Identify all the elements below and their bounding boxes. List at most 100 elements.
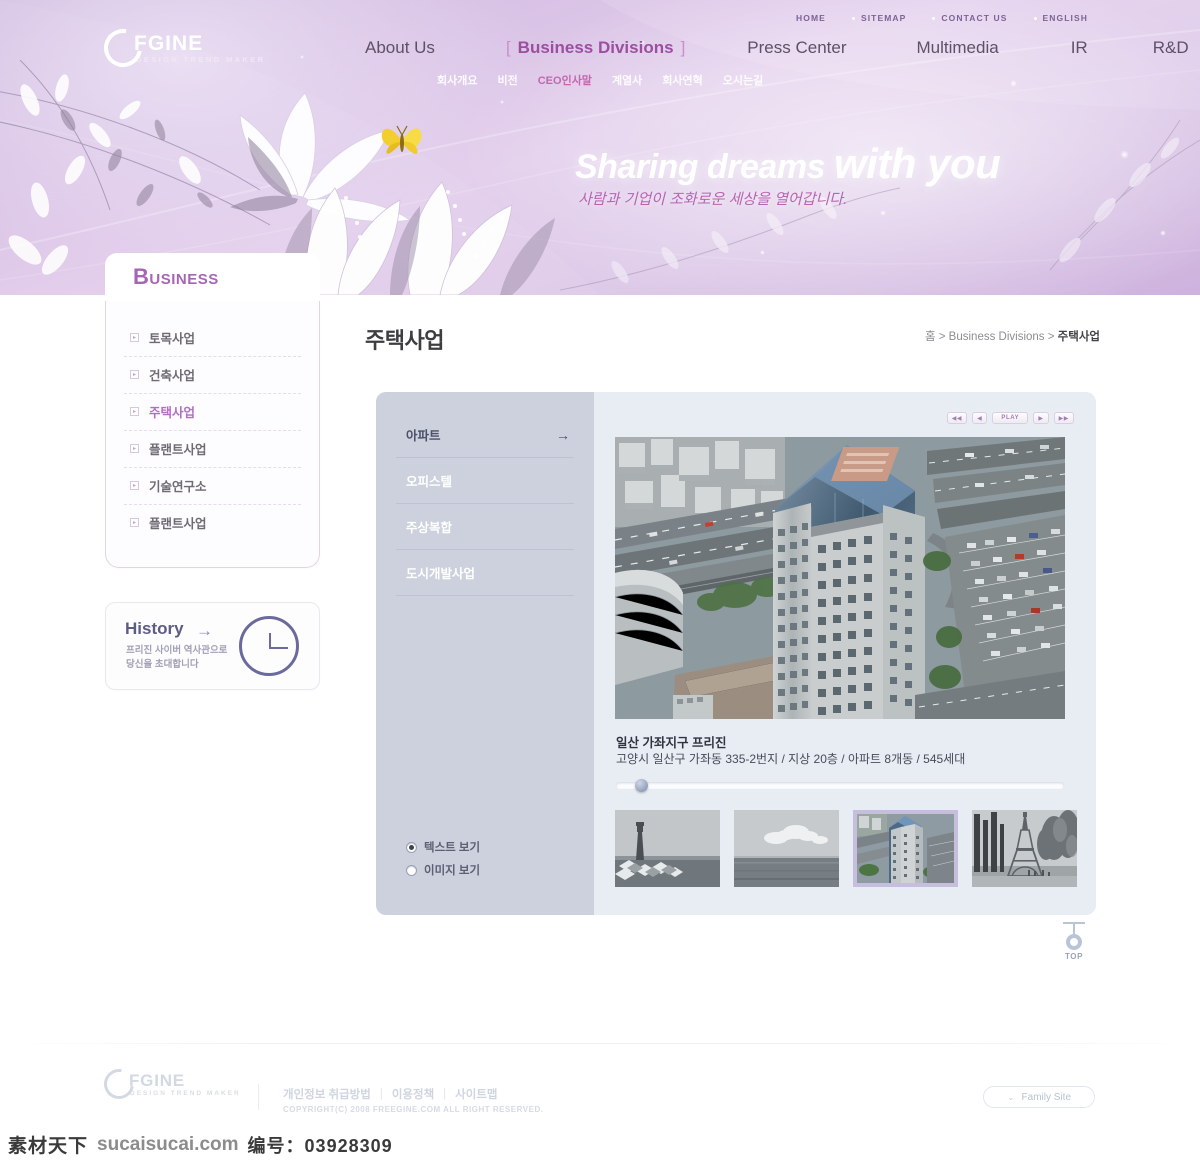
tower-building-thumb (857, 814, 954, 883)
main-photo[interactable] (615, 437, 1065, 719)
watermark-url: sucaisucai.com (97, 1133, 239, 1155)
nav-item-rd[interactable]: R&D (1153, 38, 1189, 58)
footer-link-sitemap[interactable]: 사이트맵 (455, 1086, 497, 1102)
thumbnail-seascape[interactable] (734, 810, 839, 887)
footer-link-sep-2: | (443, 1088, 447, 1100)
radio-button-icon[interactable] (406, 841, 417, 853)
nav-item-press-center[interactable]: Press Center (747, 38, 846, 58)
top-nav-item-home[interactable]: HOME (796, 13, 826, 23)
view-mode-radio-group: 텍스트 보기 이미지 보기 (406, 839, 480, 885)
footer-link-sep-1: | (379, 1088, 383, 1100)
logo-tagline: DESIGN TREND MAKER (136, 55, 266, 64)
sparkle-icon (880, 210, 886, 216)
tab-label: 도시개발사업 (406, 567, 476, 581)
sub-nav-item-directions[interactable]: 오시는길 (723, 72, 763, 88)
radio-label: 텍스트 보기 (424, 842, 481, 854)
sidebar: ▸ 토목사업 ▸ 건축사업 ▸ 주택사업 ▸ 플랜트사업 ▸ 기술연구소 ▸ 플… (105, 298, 320, 690)
butterfly-icon (381, 125, 422, 154)
sub-nav-item-vision[interactable]: 비전 (497, 72, 517, 88)
sub-nav-item-history[interactable]: 회사연혁 (662, 72, 702, 88)
family-site-label: Family Site (1021, 1091, 1071, 1103)
site-logo[interactable]: FGINE DESIGN TREND MAKER (96, 21, 266, 75)
sub-nav-item-ceo-message[interactable]: CEO인사말 (538, 72, 592, 88)
nav-item-about-us[interactable]: About Us (365, 38, 435, 58)
tab-mixed-use[interactable]: 주상복합 (396, 504, 574, 550)
sidebar-item-plant-2[interactable]: ▸ 플랜트사업 (124, 505, 301, 541)
sub-nav-item-affiliates[interactable]: 계열사 (612, 72, 642, 88)
play-button[interactable]: PLAY (992, 412, 1029, 424)
nav-item-ir[interactable]: IR (1071, 38, 1088, 58)
nav-item-business-divisions[interactable]: [Business Divisions] (499, 38, 692, 58)
sidebar-item-civil[interactable]: ▸ 토목사업 (124, 320, 301, 357)
logo-c-mark-icon (96, 21, 150, 75)
rewind-button[interactable]: ◀◀ (946, 412, 968, 424)
panel-tabs-column: 아파트 → 오피스텔 주상복합 도시개발사업 텍스트 보기 이미지 보기 (376, 392, 594, 915)
tab-urban-development[interactable]: 도시개발사업 (396, 550, 574, 596)
watermark-number: 编号：03928309 (247, 1135, 393, 1156)
page-title: 주택사업 (365, 328, 444, 353)
top-nav-item-sitemap[interactable]: SITEMAP (851, 13, 906, 23)
tab-apartment[interactable]: 아파트 → (396, 412, 574, 458)
history-banner[interactable]: History → 프리진 사이버 역사관으로 당신을 초대합니다 (105, 602, 320, 690)
tab-label: 아파트 (406, 429, 441, 443)
nav-item-multimedia[interactable]: Multimedia (917, 38, 999, 58)
breadcrumb-level-1[interactable]: Business Divisions (949, 331, 1045, 343)
clock-minute-hand (269, 647, 288, 649)
family-site-dropdown[interactable]: ⌄ Family Site (983, 1086, 1095, 1108)
nav-item-business-divisions-label: Business Divisions (517, 38, 674, 57)
watermark-chinese-name: 素材天下 (8, 1136, 89, 1157)
seascape-thumb (734, 810, 839, 887)
tab-officetel[interactable]: 오피스텔 (396, 458, 574, 504)
radio-text-view[interactable]: 텍스트 보기 (406, 839, 480, 855)
footer-logo-tagline: DESIGN TREND MAKER (130, 1090, 241, 1097)
thumbnail-eiffel-tower[interactable] (972, 810, 1077, 887)
tab-label: 오피스텔 (406, 475, 453, 489)
breadcrumb: 홈 > Business Divisions > 주택사업 (925, 328, 1100, 344)
floral-decoration-right (1049, 120, 1200, 271)
sparkle-icon (500, 100, 504, 104)
gallery-slider-handle[interactable] (635, 779, 648, 792)
history-description: 프리진 사이버 역사관으로 당신을 초대합니다 (126, 644, 236, 672)
hero-subtitle: 사람과 기업이 조화로운 세상을 열어갑니다. (578, 191, 848, 208)
radio-image-view[interactable]: 이미지 보기 (406, 862, 480, 878)
prev-button[interactable]: ◀ (972, 412, 988, 424)
top-nav-item-english[interactable]: ENGLISH (1033, 13, 1088, 23)
top-nav-item-contact-us[interactable]: CONTACT US (932, 13, 1007, 23)
sidebar-item-plant[interactable]: ▸ 플랜트사업 (124, 431, 301, 468)
chevron-right-icon: ▸ (130, 481, 139, 490)
thumbnail-strip (615, 810, 1077, 887)
arrow-right-icon: → (196, 621, 213, 640)
breadcrumb-home[interactable]: 홈 (925, 331, 936, 343)
thumbnail-tower-building[interactable] (853, 810, 958, 887)
gallery-slider[interactable] (616, 779, 1064, 792)
section-tab-label: Business (133, 264, 219, 289)
sub-nav-item-company-overview[interactable]: 회사개요 (437, 72, 477, 88)
watermark-bar: 素材天下 sucaisucai.com 编号：03928309 (0, 1124, 1200, 1165)
radio-button-icon[interactable] (406, 864, 417, 876)
sparkle-icon (1010, 80, 1017, 87)
footer-logo-name: FGINE (129, 1071, 185, 1090)
next-button[interactable]: ▶ (1033, 412, 1049, 424)
footer-link-privacy[interactable]: 개인정보 취급방법 (283, 1086, 371, 1102)
footer-logo-c-mark-icon (98, 1063, 140, 1105)
chevron-right-icon: ▸ (130, 518, 139, 527)
sidebar-item-research[interactable]: ▸ 기술연구소 (124, 468, 301, 505)
footer-logo[interactable]: FGINE DESIGN TREND MAKER (98, 1063, 241, 1105)
lighthouse-thumb (615, 810, 720, 887)
history-desc-line1: 프리진 사이버 역사관으로 (126, 645, 228, 656)
sidebar-item-housing[interactable]: ▸ 주택사업 (124, 394, 301, 431)
thumbnail-lighthouse[interactable] (615, 810, 720, 887)
chevron-down-icon: ⌄ (1007, 1091, 1015, 1102)
hero-banner: HOME SITEMAP CONTACT US ENGLISH FGINE DE… (0, 0, 1200, 295)
top-utility-nav: HOME SITEMAP CONTACT US ENGLISH (796, 13, 1088, 23)
aerial-city-photo (615, 437, 1065, 719)
sub-nav: 회사개요 비전 CEO인사말 계열사 회사연혁 오시는길 (437, 72, 763, 88)
sidebar-item-label: 주택사업 (149, 406, 196, 420)
footer: FGINE DESIGN TREND MAKER 개인정보 취급방법 | 이용정… (0, 1044, 1200, 1124)
breadcrumb-current: 주택사업 (1057, 331, 1100, 343)
sparkle-icon (1120, 150, 1129, 159)
eiffel-tower-thumb (972, 810, 1077, 887)
footer-link-terms[interactable]: 이용정책 (392, 1086, 434, 1102)
sidebar-item-construction[interactable]: ▸ 건축사업 (124, 357, 301, 394)
forward-button[interactable]: ▶▶ (1053, 412, 1074, 424)
